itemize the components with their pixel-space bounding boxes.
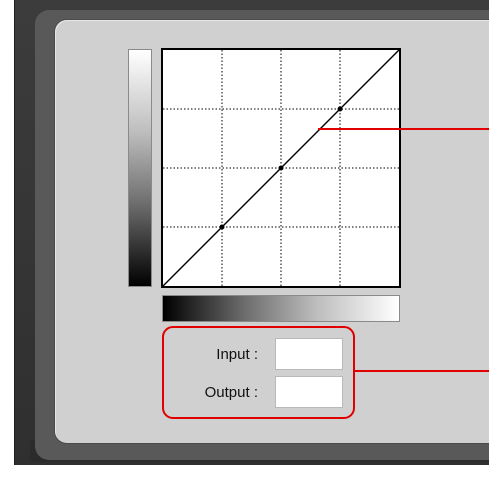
tone-curve-graph[interactable]	[161, 48, 401, 288]
curve-control-point[interactable]	[337, 106, 343, 112]
curve-control-point[interactable]	[278, 165, 284, 171]
curve-control-point[interactable]	[219, 224, 225, 230]
io-callout-line	[355, 370, 489, 372]
window-edge	[0, 0, 14, 481]
input-output-callout-box	[162, 326, 355, 419]
output-gradient-bar	[128, 49, 152, 287]
tone-curve-svg[interactable]	[163, 50, 399, 286]
input-gradient-bar	[162, 295, 400, 322]
curve-callout-line	[318, 128, 489, 130]
